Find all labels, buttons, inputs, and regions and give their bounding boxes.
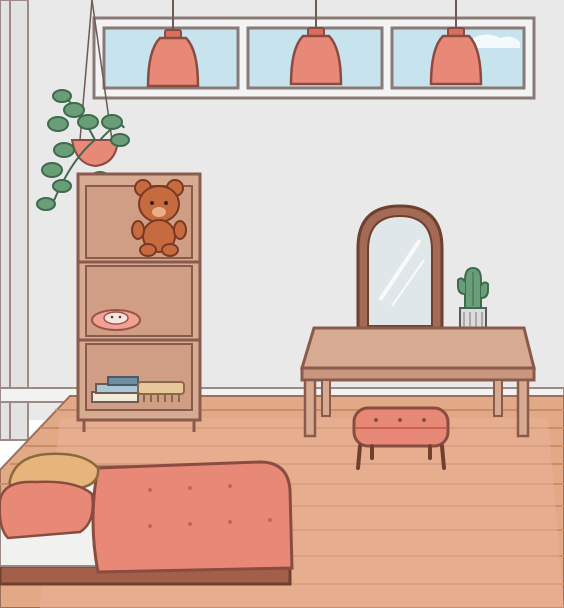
arched-mirror (356, 204, 444, 332)
bedroom-scene (0, 0, 564, 608)
bed-blanket (91, 460, 294, 574)
left-wall-edge (0, 0, 29, 441)
pillow-pink (0, 480, 94, 540)
room-illustration (0, 0, 564, 608)
bunny-slippers (91, 309, 141, 331)
bed-with-pillows (0, 452, 294, 586)
